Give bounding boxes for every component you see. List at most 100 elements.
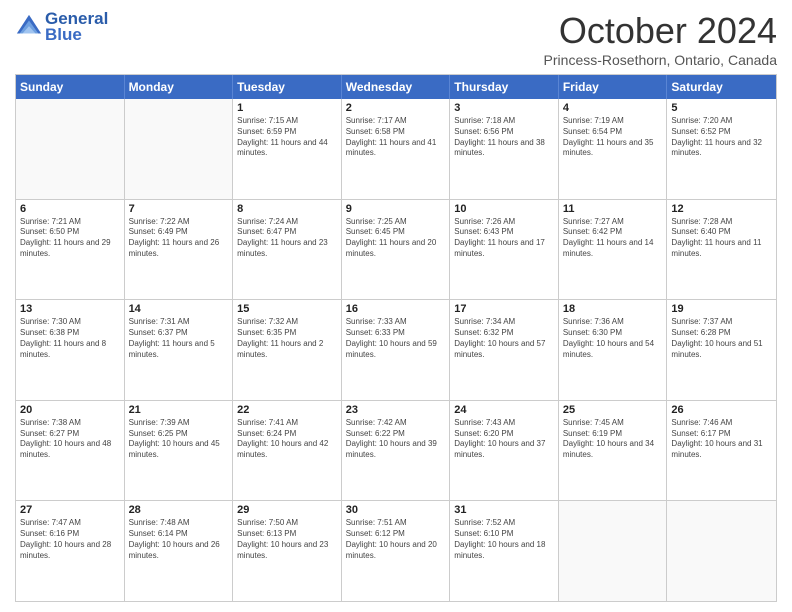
header-day: Saturday <box>667 75 776 99</box>
calendar-cell <box>125 99 234 199</box>
day-number: 5 <box>671 102 772 114</box>
calendar-cell: 12 Sunrise: 7:28 AMSunset: 6:40 PMDayligh… <box>667 200 776 300</box>
title-block: October 2024 Princess-Rosethorn, Ontario… <box>544 10 777 68</box>
day-number: 13 <box>20 303 120 315</box>
day-number: 11 <box>563 203 663 215</box>
cell-info: Sunrise: 7:15 AMSunset: 6:59 PMDaylight:… <box>237 116 337 159</box>
cell-info: Sunrise: 7:30 AMSunset: 6:38 PMDaylight:… <box>20 317 120 360</box>
cell-info: Sunrise: 7:19 AMSunset: 6:54 PMDaylight:… <box>563 116 663 159</box>
cell-info: Sunrise: 7:25 AMSunset: 6:45 PMDaylight:… <box>346 217 446 260</box>
header-day: Friday <box>559 75 668 99</box>
day-number: 14 <box>129 303 229 315</box>
page: General Blue October 2024 Princess-Roset… <box>0 0 792 612</box>
calendar-cell: 7Sunrise: 7:22 AMSunset: 6:49 PMDaylight… <box>125 200 234 300</box>
cell-info: Sunrise: 7:50 AMSunset: 6:13 PMDaylight:… <box>237 518 337 561</box>
calendar-cell: 2 Sunrise: 7:17 AMSunset: 6:58 PMDaylight… <box>342 99 451 199</box>
day-number: 23 <box>346 404 446 416</box>
calendar: SundayMondayTuesdayWednesdayThursdayFrid… <box>15 74 777 602</box>
day-number: 31 <box>454 504 554 516</box>
cell-info: Sunrise: 7:31 AMSunset: 6:37 PMDaylight:… <box>129 317 229 360</box>
day-number: 3 <box>454 102 554 114</box>
calendar-cell <box>559 501 668 601</box>
day-number: 8 <box>237 203 337 215</box>
logo: General Blue <box>15 10 108 44</box>
calendar-cell: 29 Sunrise: 7:50 AMSunset: 6:13 PMDayligh… <box>233 501 342 601</box>
cell-info: Sunrise: 7:32 AMSunset: 6:35 PMDaylight:… <box>237 317 337 360</box>
cell-info: Sunrise: 7:20 AMSunset: 6:52 PMDaylight:… <box>671 116 772 159</box>
day-number: 30 <box>346 504 446 516</box>
day-number: 29 <box>237 504 337 516</box>
day-number: 16 <box>346 303 446 315</box>
calendar-cell: 8 Sunrise: 7:24 AMSunset: 6:47 PMDaylight… <box>233 200 342 300</box>
calendar-cell: 23 Sunrise: 7:42 AMSunset: 6:22 PMDayligh… <box>342 401 451 501</box>
calendar-cell: 22 Sunrise: 7:41 AMSunset: 6:24 PMDayligh… <box>233 401 342 501</box>
calendar-row: 1 Sunrise: 7:15 AMSunset: 6:59 PMDaylight… <box>16 99 776 200</box>
calendar-cell: 6Sunrise: 7:21 AMSunset: 6:50 PMDaylight… <box>16 200 125 300</box>
calendar-row: 20Sunrise: 7:38 AMSunset: 6:27 PMDayligh… <box>16 401 776 502</box>
day-number: 4 <box>563 102 663 114</box>
header-day: Tuesday <box>233 75 342 99</box>
day-number: 19 <box>671 303 772 315</box>
cell-info: Sunrise: 7:17 AMSunset: 6:58 PMDaylight:… <box>346 116 446 159</box>
calendar-cell <box>667 501 776 601</box>
calendar-header: SundayMondayTuesdayWednesdayThursdayFrid… <box>16 75 776 99</box>
cell-info: Sunrise: 7:47 AMSunset: 6:16 PMDaylight:… <box>20 518 120 561</box>
cell-info: Sunrise: 7:22 AMSunset: 6:49 PMDaylight:… <box>129 217 229 260</box>
calendar-cell: 5 Sunrise: 7:20 AMSunset: 6:52 PMDaylight… <box>667 99 776 199</box>
calendar-cell: 11Sunrise: 7:27 AMSunset: 6:42 PMDayligh… <box>559 200 668 300</box>
subtitle: Princess-Rosethorn, Ontario, Canada <box>544 52 777 68</box>
cell-info: Sunrise: 7:18 AMSunset: 6:56 PMDaylight:… <box>454 116 554 159</box>
calendar-row: 27 Sunrise: 7:47 AMSunset: 6:16 PMDayligh… <box>16 501 776 601</box>
cell-info: Sunrise: 7:43 AMSunset: 6:20 PMDaylight:… <box>454 418 554 461</box>
cell-info: Sunrise: 7:45 AMSunset: 6:19 PMDaylight:… <box>563 418 663 461</box>
calendar-cell: 24Sunrise: 7:43 AMSunset: 6:20 PMDayligh… <box>450 401 559 501</box>
cell-info: Sunrise: 7:46 AMSunset: 6:17 PMDaylight:… <box>671 418 772 461</box>
calendar-body: 1 Sunrise: 7:15 AMSunset: 6:59 PMDaylight… <box>16 99 776 601</box>
day-number: 2 <box>346 102 446 114</box>
cell-info: Sunrise: 7:41 AMSunset: 6:24 PMDaylight:… <box>237 418 337 461</box>
cell-info: Sunrise: 7:38 AMSunset: 6:27 PMDaylight:… <box>20 418 120 461</box>
logo-text: General Blue <box>45 10 108 44</box>
cell-info: Sunrise: 7:37 AMSunset: 6:28 PMDaylight:… <box>671 317 772 360</box>
header-day: Monday <box>125 75 234 99</box>
calendar-cell: 26Sunrise: 7:46 AMSunset: 6:17 PMDayligh… <box>667 401 776 501</box>
day-number: 25 <box>563 404 663 416</box>
cell-info: Sunrise: 7:42 AMSunset: 6:22 PMDaylight:… <box>346 418 446 461</box>
calendar-cell: 3 Sunrise: 7:18 AMSunset: 6:56 PMDaylight… <box>450 99 559 199</box>
cell-info: Sunrise: 7:34 AMSunset: 6:32 PMDaylight:… <box>454 317 554 360</box>
header: General Blue October 2024 Princess-Roset… <box>15 10 777 68</box>
cell-info: Sunrise: 7:26 AMSunset: 6:43 PMDaylight:… <box>454 217 554 260</box>
day-number: 12 <box>671 203 772 215</box>
calendar-cell: 4 Sunrise: 7:19 AMSunset: 6:54 PMDaylight… <box>559 99 668 199</box>
calendar-cell: 31 Sunrise: 7:52 AMSunset: 6:10 PMDayligh… <box>450 501 559 601</box>
cell-info: Sunrise: 7:48 AMSunset: 6:14 PMDaylight:… <box>129 518 229 561</box>
calendar-cell: 27 Sunrise: 7:47 AMSunset: 6:16 PMDayligh… <box>16 501 125 601</box>
header-day: Sunday <box>16 75 125 99</box>
day-number: 22 <box>237 404 337 416</box>
calendar-cell: 19 Sunrise: 7:37 AMSunset: 6:28 PMDayligh… <box>667 300 776 400</box>
day-number: 17 <box>454 303 554 315</box>
header-day: Thursday <box>450 75 559 99</box>
calendar-cell: 16 Sunrise: 7:33 AMSunset: 6:33 PMDayligh… <box>342 300 451 400</box>
calendar-row: 6Sunrise: 7:21 AMSunset: 6:50 PMDaylight… <box>16 200 776 301</box>
cell-info: Sunrise: 7:28 AMSunset: 6:40 PMDaylight:… <box>671 217 772 260</box>
calendar-cell: 30 Sunrise: 7:51 AMSunset: 6:12 PMDayligh… <box>342 501 451 601</box>
cell-info: Sunrise: 7:24 AMSunset: 6:47 PMDaylight:… <box>237 217 337 260</box>
calendar-cell: 21Sunrise: 7:39 AMSunset: 6:25 PMDayligh… <box>125 401 234 501</box>
cell-info: Sunrise: 7:33 AMSunset: 6:33 PMDaylight:… <box>346 317 446 360</box>
day-number: 1 <box>237 102 337 114</box>
calendar-cell: 10Sunrise: 7:26 AMSunset: 6:43 PMDayligh… <box>450 200 559 300</box>
calendar-cell: 14 Sunrise: 7:31 AMSunset: 6:37 PMDayligh… <box>125 300 234 400</box>
day-number: 18 <box>563 303 663 315</box>
day-number: 27 <box>20 504 120 516</box>
day-number: 21 <box>129 404 229 416</box>
day-number: 9 <box>346 203 446 215</box>
cell-info: Sunrise: 7:51 AMSunset: 6:12 PMDaylight:… <box>346 518 446 561</box>
calendar-cell: 15Sunrise: 7:32 AMSunset: 6:35 PMDayligh… <box>233 300 342 400</box>
cell-info: Sunrise: 7:52 AMSunset: 6:10 PMDaylight:… <box>454 518 554 561</box>
calendar-cell: 13 Sunrise: 7:30 AMSunset: 6:38 PMDayligh… <box>16 300 125 400</box>
calendar-cell: 25 Sunrise: 7:45 AMSunset: 6:19 PMDayligh… <box>559 401 668 501</box>
calendar-cell: 18Sunrise: 7:36 AMSunset: 6:30 PMDayligh… <box>559 300 668 400</box>
logo-icon <box>15 13 43 41</box>
calendar-cell <box>16 99 125 199</box>
